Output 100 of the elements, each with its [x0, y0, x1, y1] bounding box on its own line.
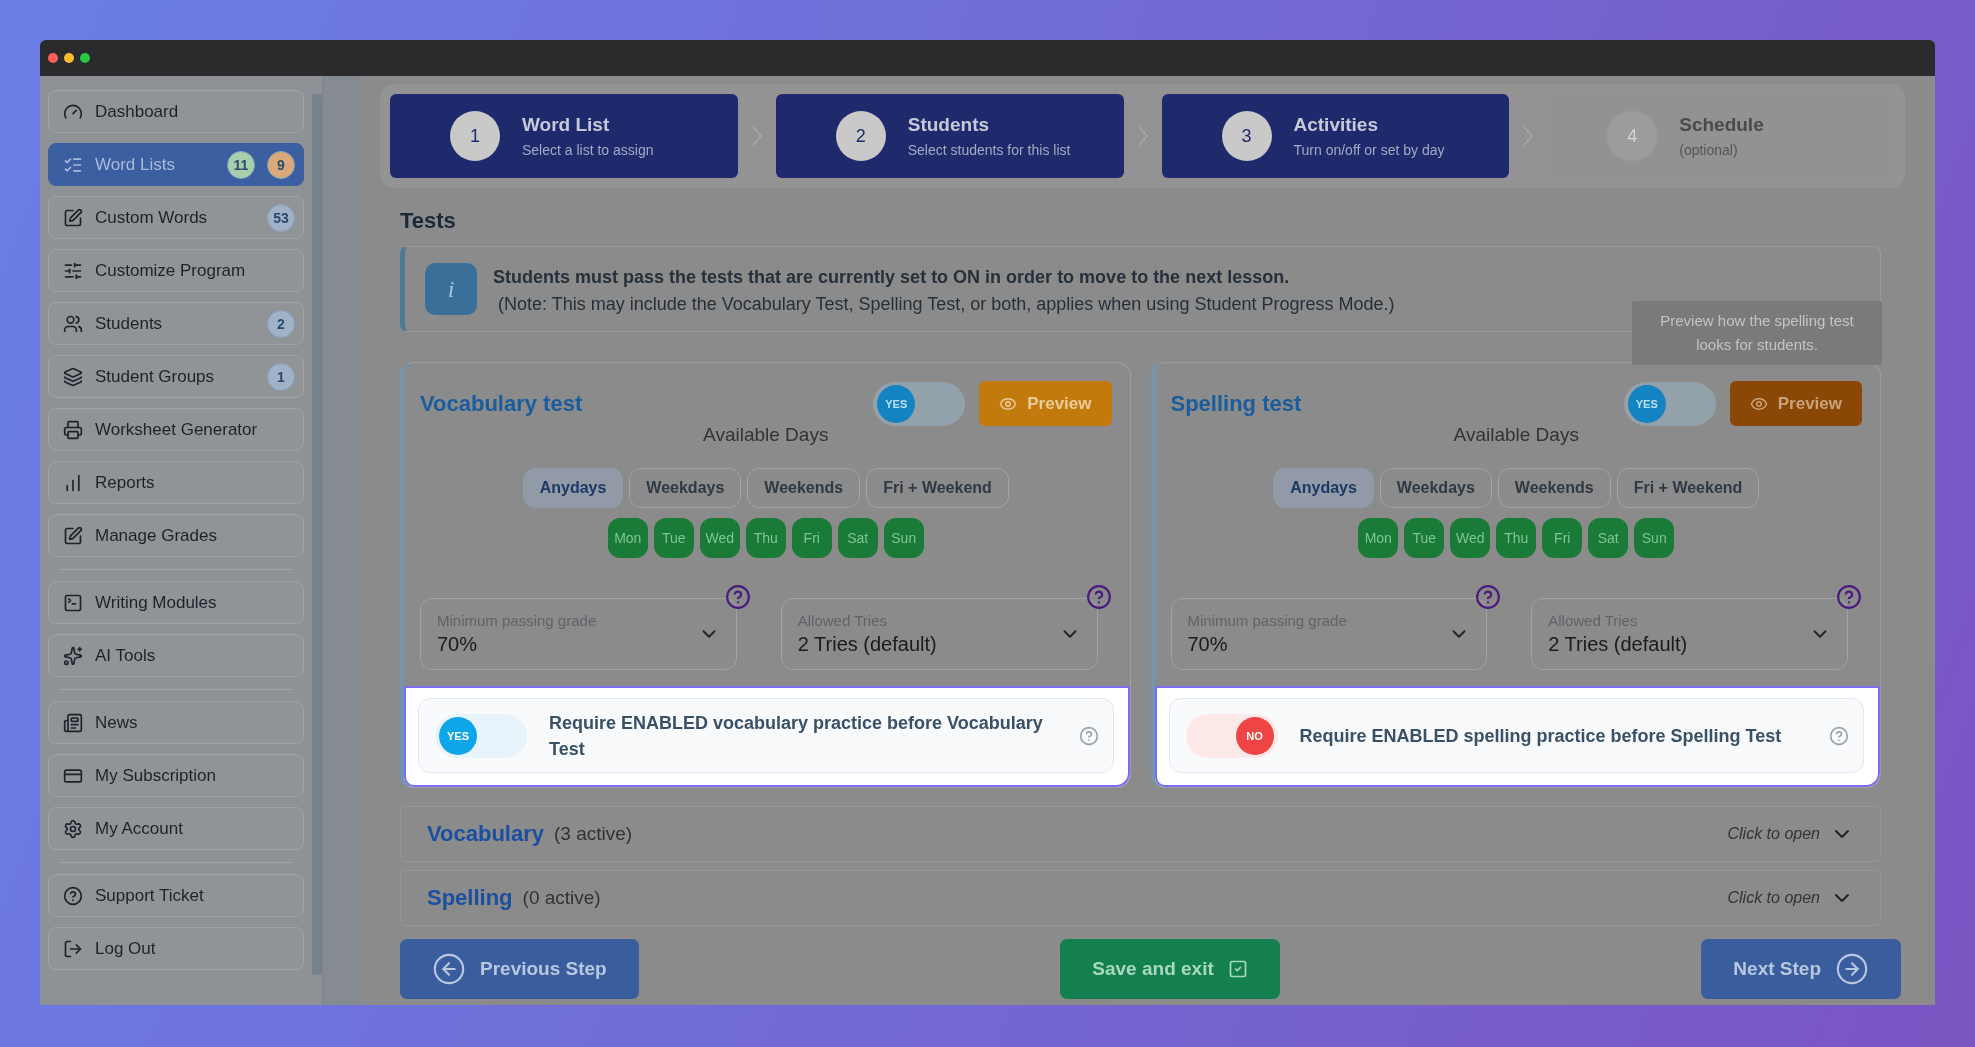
toggle-switch[interactable]: YES [435, 713, 527, 758]
newspaper-icon [63, 712, 83, 733]
day-button[interactable]: Thu [745, 518, 786, 558]
preset-button[interactable]: Anydays [1273, 468, 1374, 508]
days-title: Available Days [702, 424, 830, 446]
day-button[interactable]: Fri [791, 518, 832, 558]
arrow-left-icon [432, 952, 466, 986]
sidebar-item[interactable]: Student Groups 1 [48, 355, 304, 398]
sidebar-item[interactable]: Writing Modules [48, 581, 304, 624]
card-title: Vocabulary test [420, 390, 584, 417]
sidebar-item[interactable]: News [48, 701, 304, 744]
bar-chart-icon [63, 472, 83, 493]
requirement-label: Require ENABLED spelling practice before Spelling Test [1299, 724, 1783, 748]
step-card[interactable]: 2 Students Select students for this list [775, 94, 1124, 178]
preset-button[interactable]: Fri + Weekend [866, 468, 1009, 508]
arrow-right-icon [1835, 952, 1869, 986]
step-subtitle: (optional) [1679, 142, 1739, 158]
day-button[interactable]: Sun [1634, 518, 1675, 558]
sidebar-item[interactable]: Custom Words 53 [48, 196, 304, 239]
help-icon[interactable] [724, 584, 751, 610]
logout-icon [63, 938, 83, 959]
stack-icon [63, 366, 83, 387]
count-badge: 53 [267, 203, 295, 232]
day-button[interactable]: Wed [699, 518, 740, 558]
step-title: Activities [1293, 114, 1379, 136]
step-title: Word List [522, 114, 611, 136]
preset-button[interactable]: Weekdays [1379, 468, 1492, 508]
step-number: 1 [450, 111, 500, 161]
toggle-switch[interactable]: YES [1623, 381, 1716, 426]
sidebar-item[interactable]: Word Lists 11 9 [48, 143, 304, 186]
printer-icon [63, 419, 83, 440]
step-subtitle: Select students for this list [907, 142, 1071, 158]
sidebar-item[interactable]: Worksheet Generator [48, 408, 304, 451]
previous-step-button[interactable]: Previous Step [400, 939, 639, 999]
sidebar-item[interactable]: Reports [48, 461, 304, 504]
info-text: Students must pass the tests that are currently set to ON in order to move to the next lesson. [493, 267, 1291, 288]
step-title: Students [907, 114, 991, 136]
save-button[interactable]: Save and exit [1060, 939, 1280, 999]
accordion-header[interactable]: Spelling (0 active) Click to open [400, 870, 1881, 926]
days-title: Available Days [1452, 424, 1580, 446]
day-button[interactable]: Tue [1404, 518, 1445, 558]
sidebar-item[interactable]: AI Tools [48, 634, 304, 677]
help-icon[interactable] [1836, 584, 1862, 610]
section-title: Tests [400, 208, 457, 234]
info-note: (Note: This may include the Vocabulary Test, Spelling Test, or both, applies when using Student Progress Mode.) [497, 294, 1395, 315]
tooltip: Preview how the spelling test looks for students. [1632, 301, 1882, 365]
help-icon[interactable] [1085, 584, 1112, 610]
step-subtitle: Select a list to assign [522, 142, 654, 158]
day-button[interactable]: Fri [1542, 518, 1583, 558]
sidebar-item[interactable]: Manage Grades [48, 514, 304, 557]
day-button[interactable]: Mon [607, 518, 648, 558]
sidebar-item[interactable]: Students 2 [48, 302, 304, 345]
sidebar-item[interactable]: Log Out [48, 927, 304, 970]
preview-button[interactable]: Preview [1729, 381, 1862, 426]
step-card[interactable]: 1 Word List Select a list to assign [390, 94, 738, 178]
count-badge: 9 [267, 150, 295, 179]
help-icon[interactable] [1475, 584, 1502, 610]
step-number: 2 [835, 111, 886, 161]
help-icon[interactable] [1829, 725, 1849, 746]
sidebar-item[interactable]: My Subscription [48, 754, 304, 797]
help-icon[interactable] [1078, 725, 1099, 746]
sidebar-item[interactable]: My Account [48, 807, 304, 850]
step-number: 4 [1607, 111, 1658, 161]
sliders-icon [63, 260, 83, 281]
sparkles-icon [63, 645, 83, 666]
preset-button[interactable]: Fri + Weekend [1616, 468, 1760, 508]
day-button[interactable]: Sat [1588, 518, 1629, 558]
preview-button[interactable]: Preview [979, 381, 1112, 426]
edit-icon [63, 207, 83, 228]
terminal-icon [63, 592, 83, 613]
window-controls-icon[interactable] [48, 53, 90, 63]
checkbox-icon [1227, 959, 1248, 979]
step-card[interactable]: 3 Activities Turn on/off or set by day [1161, 94, 1510, 178]
preset-button[interactable]: Weekends [747, 468, 861, 508]
help-icon [63, 885, 83, 906]
info-icon: i [425, 263, 477, 315]
sidebar-item[interactable]: Support Ticket [48, 874, 304, 917]
count-badge: 2 [267, 309, 295, 338]
toggle-switch[interactable]: YES [873, 381, 966, 426]
preset-button[interactable]: Weekdays [629, 468, 742, 508]
preset-button[interactable]: Weekends [1497, 468, 1611, 508]
edit-icon [63, 525, 83, 546]
day-button[interactable]: Sun [883, 518, 924, 558]
sidebar-item[interactable]: Customize Program [48, 249, 304, 292]
next-step-button[interactable]: Next Step [1701, 939, 1901, 999]
day-button[interactable]: Mon [1358, 518, 1399, 558]
preset-button[interactable]: Anydays [522, 468, 624, 508]
toggle-switch[interactable]: NO [1185, 713, 1278, 758]
sidebar-item[interactable]: Dashboard [48, 90, 304, 133]
day-button[interactable]: Sat [837, 518, 878, 558]
day-button[interactable]: Thu [1496, 518, 1537, 558]
accordion-header[interactable]: Vocabulary (3 active) Click to open [400, 806, 1881, 862]
day-button[interactable]: Wed [1450, 518, 1491, 558]
settings-icon [63, 818, 83, 839]
step-number: 3 [1221, 111, 1272, 161]
count-badge: 11 [227, 150, 255, 179]
day-button[interactable]: Tue [653, 518, 694, 558]
step-title: Schedule [1679, 114, 1764, 136]
requirement-label: Require ENABLED vocabulary practice before Vocabulary Test [549, 711, 1044, 761]
step-subtitle: Turn on/off or set by day [1293, 142, 1445, 158]
